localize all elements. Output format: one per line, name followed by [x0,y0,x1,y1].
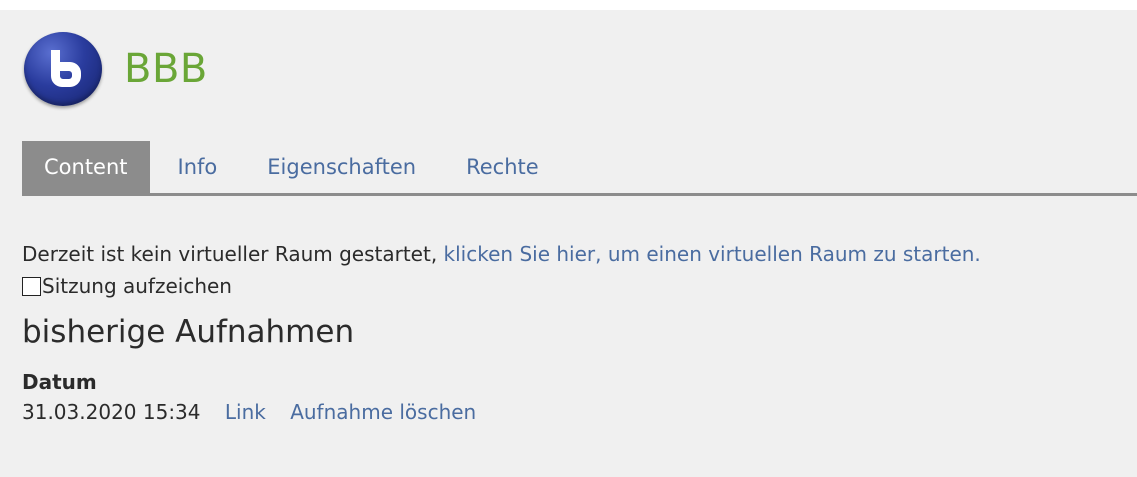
page-title: BBB [124,46,208,92]
delete-recording-link[interactable]: Aufnahme löschen [290,400,476,424]
tab-eigenschaften[interactable]: Eigenschaften [245,141,438,193]
recording-row: 31.03.2020 15:34 Link Aufnahme löschen [22,400,1137,424]
recording-date: 31.03.2020 15:34 [22,400,201,424]
tab-info[interactable]: Info [156,141,240,193]
record-session-checkbox[interactable] [22,276,41,296]
record-option: Sitzung aufzeichen [22,274,1137,298]
tab-bar: Content Info Eigenschaften Rechte [22,141,1137,196]
status-line: Derzeit ist kein virtueller Raum gestart… [22,242,1137,266]
tab-rechte[interactable]: Rechte [444,141,561,193]
page-container: BBB Content Info Eigenschaften Rechte De… [0,10,1137,477]
start-room-link[interactable]: klicken Sie hier, um einen virtuellen Ra… [444,242,981,266]
date-column-header: Datum [22,370,97,394]
record-session-label: Sitzung aufzeichen [42,274,232,298]
recordings-heading: bisherige Aufnahmen [22,314,355,350]
bigbluebutton-logo-icon [24,32,102,106]
recording-link[interactable]: Link [225,400,266,424]
main-content: Derzeit ist kein virtueller Raum gestart… [22,242,1137,424]
header: BBB [24,32,208,106]
tab-content[interactable]: Content [22,141,150,193]
status-text: Derzeit ist kein virtueller Raum gestart… [22,242,438,266]
